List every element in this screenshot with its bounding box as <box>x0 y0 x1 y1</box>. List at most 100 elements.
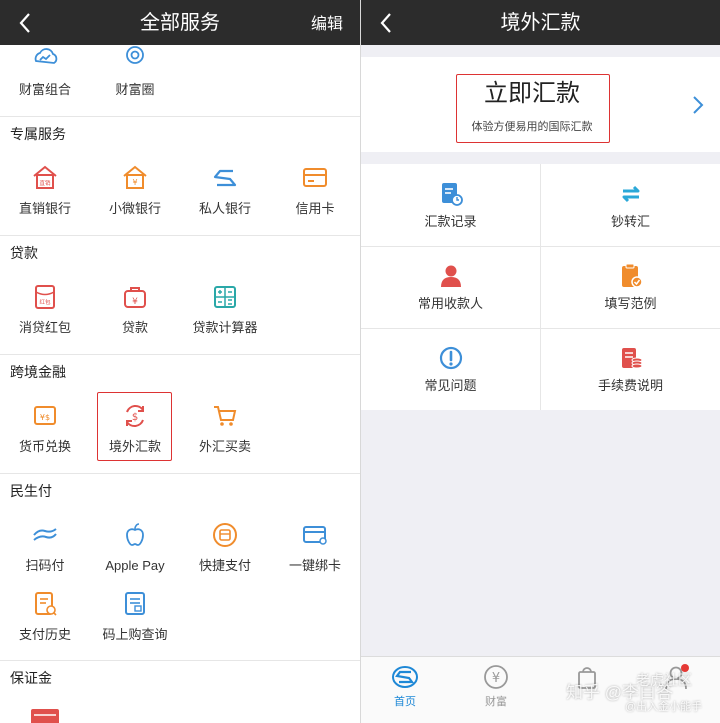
divider <box>0 354 360 355</box>
service-one-click-bind-card[interactable]: 一键绑卡 <box>270 521 360 574</box>
grid-item-label: 手续费说明 <box>597 378 663 393</box>
grid-item-fill-example[interactable]: 填写范例 <box>541 246 720 328</box>
svg-text:¥: ¥ <box>492 671 500 686</box>
svg-text:直销: 直销 <box>39 179 51 187</box>
edit-button[interactable]: 编辑 <box>311 15 343 35</box>
service-label: 贷款计算器 <box>192 320 258 335</box>
service-label: Apple Pay <box>105 558 165 573</box>
person-icon <box>440 265 461 287</box>
service-quick-pay[interactable]: 快捷支付 <box>180 521 270 574</box>
yuan-coin-icon: ¥ <box>484 665 508 689</box>
service-label: 快捷支付 <box>198 558 251 573</box>
grid-item-label: 钞转汇 <box>610 214 650 229</box>
account-watermark: @出入金小能手 <box>625 701 703 713</box>
divider <box>0 660 360 661</box>
service-apple-pay[interactable]: Apple Pay <box>90 521 180 574</box>
svg-text:红包: 红包 <box>39 298 51 306</box>
grid-item-label: 填写范例 <box>604 296 657 311</box>
service-label: 贷款 <box>121 320 148 335</box>
service-direct-bank[interactable]: 直销 直销银行 <box>0 164 90 217</box>
clipboard-check-icon <box>621 263 643 288</box>
credit-card-icon <box>303 168 327 187</box>
grid-item-cash-to-remittance[interactable]: 钞转汇 <box>541 164 720 246</box>
service-credit-card[interactable]: 信用卡 <box>270 164 360 217</box>
tab-label: 首页 <box>394 696 416 708</box>
svg-text:¥: ¥ <box>132 178 137 187</box>
svg-text:¥: ¥ <box>132 297 138 307</box>
margin-partial-icon <box>31 709 59 723</box>
divider <box>0 116 360 117</box>
grid-item-faq[interactable]: 常见问题 <box>361 328 540 410</box>
divider <box>0 473 360 474</box>
service-label: 直销银行 <box>18 201 71 216</box>
quick-pay-icon <box>213 523 237 547</box>
service-private-bank[interactable]: 私人银行 <box>180 164 270 217</box>
service-label: 小微银行 <box>108 201 161 216</box>
grid-item-frequent-payees[interactable]: 常用收款人 <box>361 246 540 328</box>
service-forex-trading[interactable]: 外汇买卖 <box>180 402 270 455</box>
service-label: 消贷红包 <box>18 320 71 335</box>
divider <box>0 235 360 236</box>
tab-label: 财富 <box>485 696 507 708</box>
fee-stack-icon <box>621 348 642 369</box>
remittance-function-grid: 汇款记录 钞转汇 常用收款人 填写范例 常见问题 手续费说明 <box>361 164 720 410</box>
red-packet-icon: 红包 <box>35 285 55 309</box>
service-label: 码上购查询 <box>102 627 168 642</box>
micro-bank-house-icon: ¥ <box>123 165 147 189</box>
section-title-loan: 贷款 <box>10 245 38 261</box>
navbar: 全部服务 编辑 <box>0 0 360 45</box>
service-currency-exchange[interactable]: ¥$ 货币兑换 <box>0 402 90 455</box>
service-scan-pay[interactable]: 扫码付 <box>0 521 90 574</box>
service-consumer-red-packet[interactable]: 红包 消贷红包 <box>0 283 90 336</box>
service-label: 一键绑卡 <box>288 558 341 573</box>
highlight-box <box>97 392 172 461</box>
service-label: 支付历史 <box>18 627 71 642</box>
tab-wealth[interactable]: ¥ 财富 <box>466 663 526 709</box>
service-label: 私人银行 <box>198 201 251 216</box>
currency-exchange-icon: ¥$ <box>34 406 56 425</box>
section-title-cross-border: 跨境金融 <box>10 364 66 380</box>
section-title-exclusive: 专属服务 <box>10 126 66 142</box>
records-icon <box>441 183 463 206</box>
service-code-purchase-query[interactable]: 码上购查询 <box>90 590 180 643</box>
page-title: 全部服务 <box>140 12 220 34</box>
section-title-margin: 保证金 <box>10 670 52 686</box>
service-loan[interactable]: ¥ 贷款 <box>90 283 180 336</box>
grid-item-fee-description[interactable]: 手续费说明 <box>541 328 720 410</box>
apple-logo-icon <box>126 523 144 546</box>
grid-item-label: 常见问题 <box>424 378 477 393</box>
cart-icon <box>214 406 237 426</box>
grid-item-label: 汇款记录 <box>424 214 477 229</box>
service-label: 财富组合 <box>18 82 71 97</box>
remit-now-card[interactable]: 立即汇款 体验方便易用的国际汇款 <box>361 57 720 152</box>
service-wealth-portfolio[interactable]: 财富组合 <box>0 45 90 98</box>
service-label: 货币兑换 <box>18 439 71 454</box>
code-query-icon <box>125 592 145 615</box>
all-services-screen: 全部服务 编辑 财富组合 财富圈 专属服务 直销 直销银行 ¥ 小微银行 私人银… <box>0 0 360 723</box>
exchange-arrows-icon <box>622 185 639 203</box>
exclamation-circle-icon <box>439 346 462 370</box>
highlight-box <box>456 74 610 143</box>
service-micro-bank[interactable]: ¥ 小微银行 <box>90 164 180 217</box>
payment-history-icon <box>35 592 57 616</box>
home-logo-icon <box>392 666 418 688</box>
wealth-circle-icon <box>126 46 144 64</box>
direct-bank-house-icon: 直销 <box>33 165 57 189</box>
section-title-minsheng-pay: 民生付 <box>10 483 52 499</box>
grid-item-label: 常用收款人 <box>417 296 483 311</box>
private-bank-s-icon <box>213 169 237 187</box>
loan-bag-icon: ¥ <box>124 287 146 308</box>
navbar: 境外汇款 <box>361 0 720 45</box>
service-loan-calculator[interactable]: 贷款计算器 <box>180 283 270 336</box>
service-wealth-circle[interactable]: 财富圈 <box>90 45 180 98</box>
tab-home[interactable]: 首页 <box>375 663 435 709</box>
overseas-remittance-screen: 境外汇款 立即汇款 体验方便易用的国际汇款 汇款记录 钞转汇 常用收款人 填写范… <box>361 0 720 723</box>
grid-item-remittance-records[interactable]: 汇款记录 <box>361 164 540 246</box>
service-label: 扫码付 <box>25 558 65 573</box>
scan-pay-logo-icon <box>33 528 57 541</box>
service-label: 信用卡 <box>295 201 335 216</box>
svg-text:¥$: ¥$ <box>40 413 50 422</box>
service-label: 外汇买卖 <box>198 439 251 454</box>
chevron-right-icon <box>693 96 704 114</box>
service-payment-history[interactable]: 支付历史 <box>0 590 90 643</box>
